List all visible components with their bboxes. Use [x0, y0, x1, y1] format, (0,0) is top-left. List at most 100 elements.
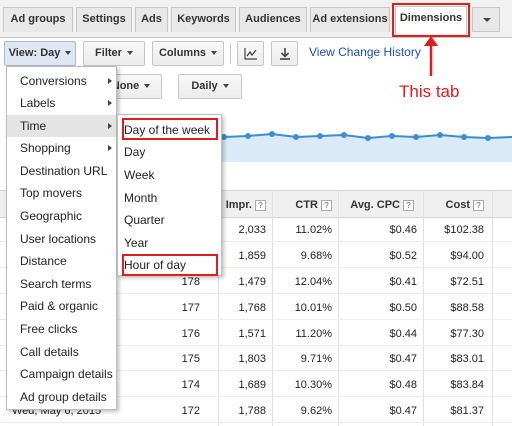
menu-item-user-locations[interactable]: User locations: [7, 228, 116, 250]
cell-clicks: 172: [181, 405, 200, 417]
view-button-label: View: Day: [8, 47, 61, 59]
period-dropdown[interactable]: Daily: [178, 74, 242, 99]
cell-cost: $88.58: [450, 302, 484, 314]
cell-avg-cpc: $0.41: [389, 276, 417, 288]
columns-button[interactable]: Columns: [152, 41, 224, 66]
cell-ctr: 10.01%: [294, 302, 332, 314]
tab-ad-groups[interactable]: Ad groups: [3, 7, 73, 32]
cell-impressions: 2,033: [238, 224, 266, 236]
cell-impressions: 1,788: [238, 405, 266, 417]
column-header-impressions[interactable]: Impr.?: [220, 191, 266, 219]
highlight-hour-of-day: [122, 254, 218, 276]
cell-ctr: 11.02%: [295, 224, 333, 236]
highlight-dimensions-tab: [392, 3, 470, 37]
menu-item-destination-url[interactable]: Destination URL: [7, 160, 116, 182]
chevron-down-icon: [126, 51, 133, 56]
download-icon: [279, 48, 290, 60]
cell-ctr: 9.68%: [300, 250, 332, 262]
menu-item-campaign-details[interactable]: Campaign details: [7, 363, 116, 385]
tab-keywords[interactable]: Keywords: [171, 7, 236, 32]
cell-ctr: 11.20%: [295, 328, 333, 340]
cell-cost: $102.38: [444, 224, 484, 236]
help-icon[interactable]: ?: [403, 199, 414, 211]
performance-chart: [200, 131, 512, 162]
cell-avg-cpc: $0.52: [389, 250, 417, 262]
more-tabs-button[interactable]: [472, 7, 500, 32]
column-header-avg-cpc[interactable]: Avg. CPC?: [340, 191, 414, 219]
chevron-right-icon: [108, 145, 112, 151]
view-change-history-link[interactable]: View Change History: [309, 45, 421, 59]
submenu-item-quarter[interactable]: Quarter: [118, 209, 221, 231]
cell-ctr: 10.30%: [294, 379, 332, 391]
cell-ctr: 12.04%: [294, 276, 332, 288]
cell-cost: $83.84: [450, 379, 484, 391]
tab-ads[interactable]: Ads: [135, 7, 168, 32]
help-icon[interactable]: ?: [321, 199, 332, 211]
menu-item-ad-group-details[interactable]: Ad group details: [7, 386, 116, 408]
help-icon[interactable]: ?: [473, 199, 484, 211]
chevron-down-icon: [65, 51, 72, 56]
help-icon[interactable]: ?: [255, 199, 266, 211]
submenu-item-day[interactable]: Day: [118, 141, 221, 163]
column-header-cost[interactable]: Cost?: [424, 191, 484, 219]
menu-item-paid-organic[interactable]: Paid & organic: [7, 295, 116, 317]
cell-cost: $81.37: [450, 405, 484, 417]
period-dropdown-label: Daily: [191, 80, 218, 92]
chevron-down-icon: [222, 84, 229, 89]
cell-cost: $94.00: [450, 250, 484, 262]
cell-avg-cpc: $0.47: [389, 405, 417, 417]
menu-item-top-movers[interactable]: Top movers: [7, 182, 116, 204]
menu-item-shopping[interactable]: Shopping: [7, 137, 116, 159]
cell-ctr: 9.71%: [300, 353, 332, 365]
menu-item-distance[interactable]: Distance: [7, 250, 116, 272]
cell-impressions: 1,859: [238, 250, 266, 262]
tab-settings[interactable]: Settings: [76, 7, 132, 32]
tab-audiences[interactable]: Audiences: [239, 7, 307, 32]
menu-item-geographic[interactable]: Geographic: [7, 205, 116, 227]
submenu-item-week[interactable]: Week: [118, 164, 221, 186]
cell-ctr: 9.62%: [300, 405, 332, 417]
cell-avg-cpc: $0.50: [389, 302, 417, 314]
cell-impressions: 1,571: [238, 328, 266, 340]
highlight-day-of-week: [122, 118, 218, 140]
cell-avg-cpc: $0.47: [389, 353, 417, 365]
chevron-down-icon: [211, 51, 218, 56]
submenu-item-year[interactable]: Year: [118, 232, 221, 254]
menu-item-search-terms[interactable]: Search terms: [7, 273, 116, 295]
cell-avg-cpc: $0.46: [389, 224, 417, 236]
cell-cost: $72.51: [450, 276, 484, 288]
cell-avg-cpc: $0.44: [389, 328, 417, 340]
submenu-item-month[interactable]: Month: [118, 187, 221, 209]
view-menu: Conversions Labels Time Shopping Destina…: [6, 66, 117, 410]
columns-button-label: Columns: [158, 47, 207, 59]
cell-impressions: 1,689: [238, 379, 266, 391]
toolbar-divider: [230, 43, 231, 64]
download-button[interactable]: [271, 41, 298, 66]
annotation-label: This tab: [399, 82, 460, 101]
cell-clicks: 174: [181, 379, 200, 391]
cell-clicks: 176: [181, 328, 200, 340]
filter-button-label: Filter: [95, 47, 122, 59]
chevron-down-icon: [483, 18, 491, 22]
annotation-arrow-icon: [424, 36, 438, 76]
cell-impressions: 1,803: [238, 353, 266, 365]
menu-item-conversions[interactable]: Conversions: [7, 70, 116, 92]
chevron-right-icon: [108, 123, 112, 129]
chevron-right-icon: [108, 100, 112, 106]
menu-item-time[interactable]: Time: [7, 115, 116, 137]
cell-impressions: 1,768: [238, 302, 266, 314]
menu-item-call-details[interactable]: Call details: [7, 341, 116, 363]
chevron-right-icon: [108, 78, 112, 84]
menu-item-labels[interactable]: Labels: [7, 92, 116, 114]
tab-ad-extensions[interactable]: Ad extensions: [310, 7, 390, 32]
cell-cost: $77.30: [450, 328, 484, 340]
cell-clicks: 175: [181, 353, 200, 365]
filter-button[interactable]: Filter: [83, 41, 145, 66]
column-header-ctr[interactable]: CTR?: [276, 191, 332, 219]
view-button[interactable]: View: Day: [4, 41, 76, 66]
cell-cost: $83.01: [450, 353, 484, 365]
menu-item-free-clicks[interactable]: Free clicks: [7, 318, 116, 340]
line-chart-icon: [243, 48, 257, 60]
cell-avg-cpc: $0.48: [389, 379, 417, 391]
chart-toggle-button[interactable]: [237, 41, 264, 66]
